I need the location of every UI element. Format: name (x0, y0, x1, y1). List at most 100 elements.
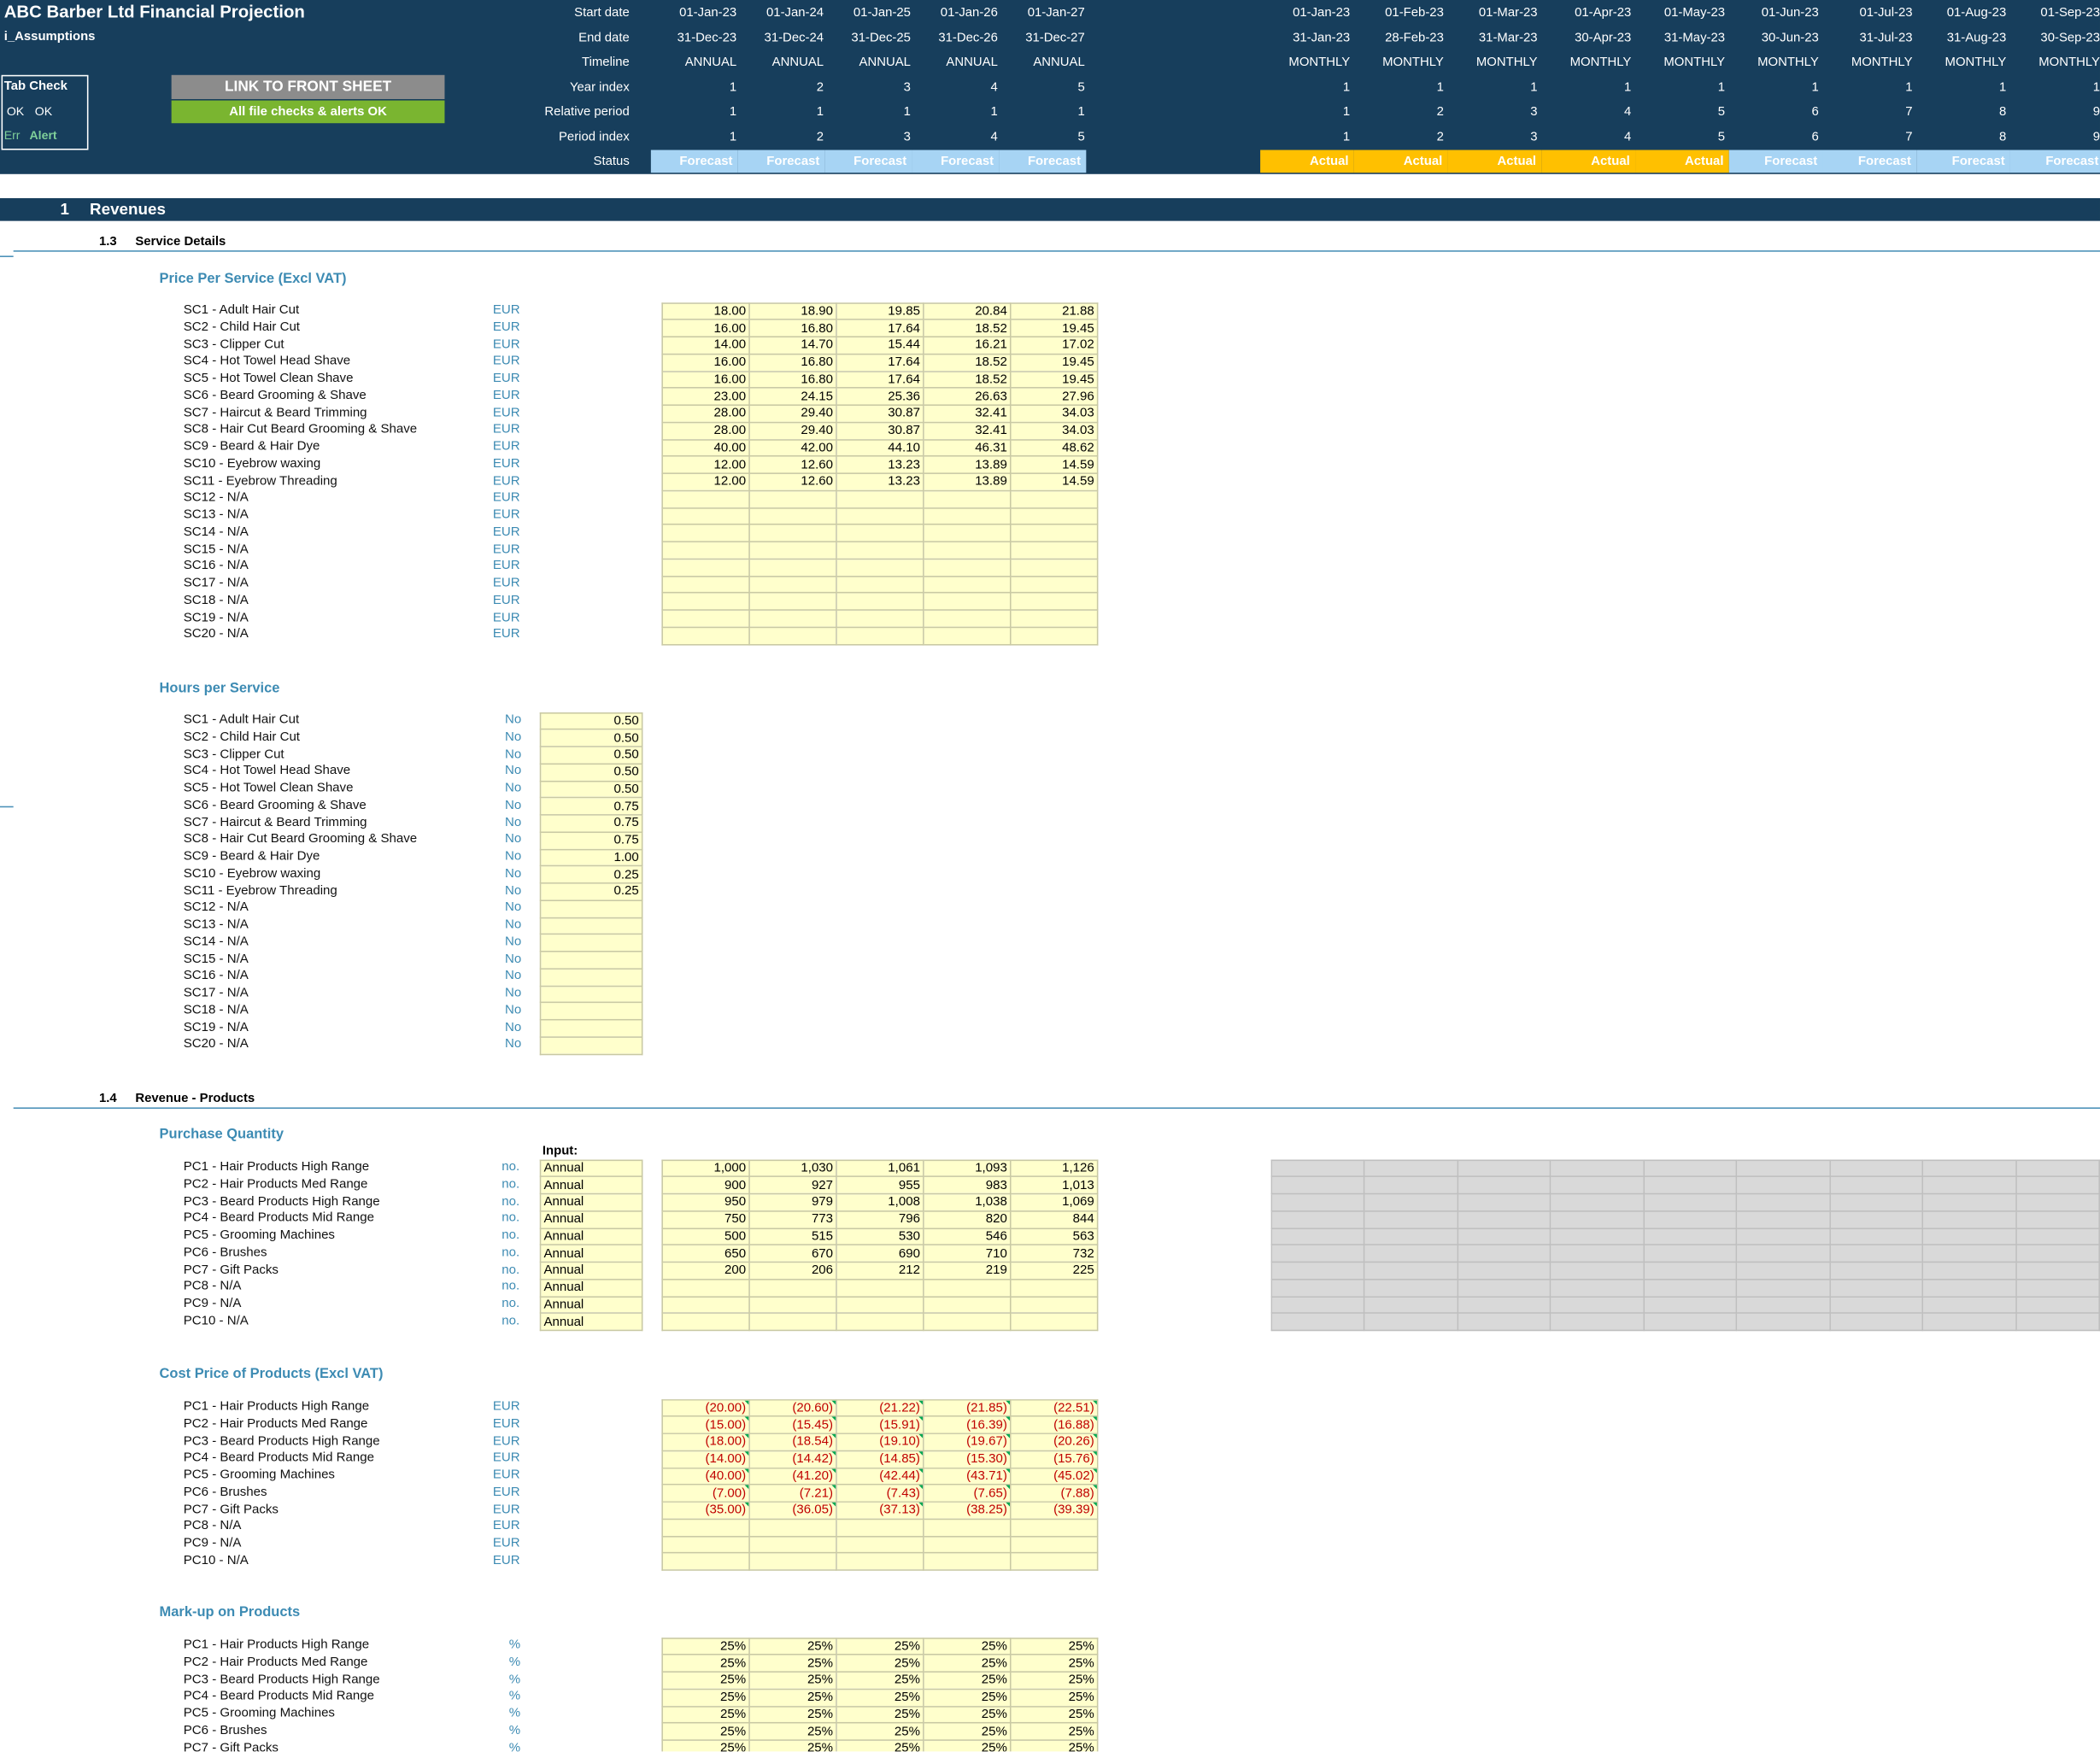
cost-input-cell[interactable]: (14.42) (748, 1450, 837, 1468)
cost-input-cell[interactable] (661, 1535, 750, 1554)
quantity-input-cell[interactable] (748, 1312, 837, 1332)
cost-input-cell[interactable] (748, 1518, 837, 1537)
price-input-cell[interactable] (836, 558, 924, 577)
price-input-cell[interactable]: 15.44 (836, 336, 924, 355)
quantity-input-cell[interactable]: 219 (923, 1261, 1012, 1280)
cost-input-cell[interactable] (1009, 1535, 1099, 1554)
price-input-cell[interactable] (1009, 489, 1099, 508)
quantity-input-cell[interactable]: 670 (748, 1244, 837, 1263)
hours-input-cell[interactable] (539, 951, 643, 970)
cost-input-cell[interactable] (661, 1518, 750, 1537)
price-input-cell[interactable]: 32.41 (923, 404, 1012, 423)
cost-input-cell[interactable]: (18.00) (661, 1433, 750, 1451)
price-input-cell[interactable] (661, 609, 750, 628)
price-input-cell[interactable]: 12.60 (748, 472, 837, 491)
price-input-cell[interactable] (923, 524, 1012, 542)
price-input-cell[interactable]: 12.60 (748, 455, 837, 474)
quantity-input-cell[interactable]: 690 (836, 1244, 924, 1263)
cost-input-cell[interactable]: (40.00) (661, 1467, 750, 1485)
price-input-cell[interactable] (1009, 541, 1099, 560)
price-input-cell[interactable] (1009, 609, 1099, 628)
markup-input-cell[interactable]: 25% (661, 1637, 750, 1655)
cost-input-cell[interactable]: (15.30) (923, 1450, 1012, 1468)
markup-input-cell[interactable]: 25% (748, 1705, 837, 1724)
price-input-cell[interactable] (748, 507, 837, 525)
cost-input-cell[interactable] (923, 1535, 1012, 1554)
quantity-input-cell[interactable]: 1,093 (923, 1158, 1012, 1178)
quantity-input-cell[interactable]: 225 (1009, 1261, 1099, 1280)
cost-input-cell[interactable] (923, 1518, 1012, 1537)
price-input-cell[interactable]: 28.00 (661, 421, 750, 440)
markup-input-cell[interactable]: 25% (661, 1722, 750, 1741)
price-input-cell[interactable]: 18.52 (923, 353, 1012, 372)
cost-input-cell[interactable] (836, 1518, 924, 1537)
quantity-input-cell[interactable] (661, 1312, 750, 1332)
cost-input-cell[interactable]: (7.65) (923, 1484, 1012, 1503)
quantity-input-cell[interactable] (661, 1278, 750, 1298)
hours-input-cell[interactable]: 0.75 (539, 814, 643, 833)
quantity-input-cell[interactable]: 796 (836, 1210, 924, 1229)
price-input-cell[interactable]: 16.21 (923, 336, 1012, 355)
price-input-cell[interactable]: 16.80 (748, 370, 837, 389)
cost-input-cell[interactable]: (21.85) (923, 1398, 1012, 1417)
price-input-cell[interactable]: 18.90 (748, 302, 837, 321)
price-input-cell[interactable]: 16.00 (661, 370, 750, 389)
markup-input-cell[interactable]: 25% (1009, 1671, 1099, 1690)
quantity-input-cell[interactable] (836, 1312, 924, 1332)
cost-input-cell[interactable]: (43.71) (923, 1467, 1012, 1485)
price-input-cell[interactable] (1009, 507, 1099, 525)
hours-input-cell[interactable]: 0.75 (539, 797, 643, 816)
markup-input-cell[interactable]: 25% (748, 1671, 837, 1690)
markup-input-cell[interactable]: 25% (923, 1739, 1012, 1752)
price-input-cell[interactable]: 12.00 (661, 455, 750, 474)
price-input-cell[interactable]: 18.52 (923, 319, 1012, 338)
cost-input-cell[interactable]: (19.10) (836, 1433, 924, 1451)
price-input-cell[interactable] (748, 575, 837, 594)
price-input-cell[interactable] (661, 592, 750, 611)
markup-input-cell[interactable]: 25% (748, 1654, 837, 1673)
quantity-input-cell[interactable]: 206 (748, 1261, 837, 1280)
quantity-input-cell[interactable]: 750 (661, 1210, 750, 1229)
cost-input-cell[interactable]: (14.85) (836, 1450, 924, 1468)
quantity-input-cell[interactable] (748, 1278, 837, 1298)
cost-input-cell[interactable]: (7.43) (836, 1484, 924, 1503)
markup-input-cell[interactable]: 25% (748, 1722, 837, 1741)
price-input-cell[interactable] (661, 489, 750, 508)
price-input-cell[interactable]: 32.41 (923, 421, 1012, 440)
price-input-cell[interactable] (923, 609, 1012, 628)
hours-input-cell[interactable] (539, 1035, 643, 1055)
price-input-cell[interactable] (661, 541, 750, 560)
price-input-cell[interactable]: 17.64 (836, 319, 924, 338)
price-input-cell[interactable]: 19.45 (1009, 353, 1099, 372)
quantity-input-cell[interactable] (836, 1295, 924, 1315)
price-input-cell[interactable] (836, 541, 924, 560)
price-input-cell[interactable] (923, 507, 1012, 525)
price-input-cell[interactable]: 23.00 (661, 387, 750, 406)
markup-input-cell[interactable]: 25% (923, 1688, 1012, 1707)
cost-input-cell[interactable]: (20.60) (748, 1398, 837, 1417)
price-input-cell[interactable]: 13.23 (836, 455, 924, 474)
price-input-cell[interactable]: 20.84 (923, 302, 1012, 321)
quantity-input-cell[interactable]: 200 (661, 1261, 750, 1280)
frequency-input-cell[interactable]: Annual (539, 1227, 643, 1246)
quantity-input-cell[interactable] (748, 1295, 837, 1315)
quantity-input-cell[interactable]: 900 (661, 1175, 750, 1195)
price-input-cell[interactable] (1009, 524, 1099, 542)
price-input-cell[interactable] (923, 626, 1012, 645)
hours-input-cell[interactable]: 0.50 (539, 746, 643, 765)
price-input-cell[interactable]: 34.03 (1009, 421, 1099, 440)
quantity-input-cell[interactable]: 500 (661, 1227, 750, 1246)
price-input-cell[interactable] (836, 609, 924, 628)
markup-input-cell[interactable]: 25% (1009, 1705, 1099, 1724)
frequency-input-cell[interactable]: Annual (539, 1175, 643, 1195)
link-to-front-sheet-button[interactable]: LINK TO FRONT SHEET (171, 74, 445, 100)
cost-input-cell[interactable] (748, 1552, 837, 1571)
price-input-cell[interactable]: 30.87 (836, 421, 924, 440)
cost-input-cell[interactable]: (36.05) (748, 1501, 837, 1520)
price-input-cell[interactable] (748, 626, 837, 645)
price-input-cell[interactable]: 14.00 (661, 336, 750, 355)
cost-input-cell[interactable] (748, 1535, 837, 1554)
markup-input-cell[interactable]: 25% (923, 1654, 1012, 1673)
price-input-cell[interactable] (1009, 626, 1099, 645)
cost-input-cell[interactable] (1009, 1518, 1099, 1537)
